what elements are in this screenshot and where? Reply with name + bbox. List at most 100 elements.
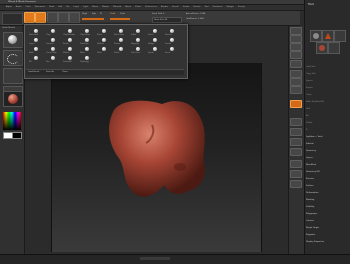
scroll-button[interactable] [290,35,302,43]
menu-item[interactable]: Render [161,6,168,8]
menu-item[interactable]: Document [35,6,45,8]
tray-item[interactable]: Subtool [306,143,314,145]
brush-item[interactable]: Move [97,29,112,37]
focal-shift-label[interactable]: Focal Shift 0 [152,13,164,15]
color-picker[interactable] [3,112,21,130]
menu-item[interactable]: Zscript [238,6,245,8]
brush-item[interactable]: Planar [114,38,129,46]
menu-item[interactable]: Tool [204,6,208,8]
brush-item[interactable]: Magnify [131,38,146,46]
actual-button[interactable] [290,51,302,59]
menu-item[interactable]: Transform [212,6,222,8]
tool-thumb-3[interactable] [334,30,346,42]
tray-item[interactable]: Contact [306,220,314,222]
menu-item[interactable]: Picker [135,6,141,8]
brush-item[interactable]: ClayBuildup [63,29,78,37]
brush-item[interactable]: ClayTubes [80,29,95,37]
tray-item[interactable]: Geometry [306,150,316,152]
tray-item[interactable]: Morph Target [306,227,319,229]
aahalf-button[interactable] [290,60,302,68]
brush-item[interactable]: Inflat [131,29,146,37]
menu-item[interactable]: Marker [102,6,109,8]
load-brush-button[interactable]: Load Brush [28,71,39,73]
rgb-label[interactable]: Rgb [92,13,96,15]
mrgb-label[interactable]: Mrgb [82,13,87,15]
menu-item[interactable]: Edit [58,6,62,8]
alpha-thumbnail[interactable] [3,68,23,84]
brush-item[interactable]: Blob [29,47,44,55]
brush-item[interactable]: Slash [114,47,129,55]
tool-thumb-1[interactable] [310,30,322,42]
tray-item[interactable]: Deformation [306,192,319,194]
lightbox-button[interactable] [2,13,23,25]
rotate-mode-button[interactable] [69,12,80,23]
brush-item[interactable]: Mallet [63,47,78,55]
timeline-bar[interactable] [140,257,170,260]
tray-item[interactable]: R [306,129,307,131]
tray-item[interactable]: Polypaint [306,234,315,236]
tray-item[interactable]: Copy Tool [306,73,316,75]
move-view-button[interactable] [290,128,302,136]
brush-item[interactable]: Layer [29,38,44,46]
brush-item[interactable]: Smooth [46,38,61,46]
tray-item[interactable]: Clone [306,94,312,96]
zadd-button[interactable]: Zadd [110,13,115,15]
tool-thumb-4[interactable] [316,42,328,54]
menu-item[interactable]: File [66,6,69,8]
brush-item[interactable]: CurveTube [46,47,61,55]
local-button[interactable] [290,86,302,94]
draw-mode-button[interactable] [35,12,46,23]
tray-item[interactable]: Preview [306,178,314,180]
sculpt-mesh[interactable] [52,63,261,252]
menu-item[interactable]: Stroke [183,6,189,8]
zsub-button[interactable]: Zsub [120,13,125,15]
brush-item[interactable]: TrimDyn [80,38,95,46]
document-canvas[interactable] [51,63,262,252]
menu-item[interactable]: Light [83,6,88,8]
tray-item[interactable]: Surface [306,185,314,187]
tray-item[interactable]: Lightbox > Tools [306,136,322,138]
brush-item[interactable]: Snake [165,38,180,46]
save-as-button[interactable]: Save As [46,71,54,73]
brush-item[interactable]: Standard [29,29,44,37]
stroke-thumbnail[interactable] [3,50,23,66]
brush-item[interactable]: SnakeHk [63,56,78,64]
tool-thumb-2[interactable] [322,30,334,42]
frame-button[interactable] [290,118,302,126]
persp-button[interactable] [290,70,302,78]
tray-item[interactable]: Visibility [306,206,314,208]
tray-item[interactable]: Display Properties [306,241,324,243]
brush-item[interactable]: MoveTopo [114,29,129,37]
menu-item[interactable]: Zplugin [226,6,234,8]
scale-view-button[interactable] [290,138,302,146]
brush-item[interactable]: hPolish [97,38,112,46]
brush-item[interactable]: Fill [29,56,44,64]
tray-item[interactable]: Masking [306,199,314,201]
menu-item[interactable]: Texture [193,6,200,8]
menu-item[interactable]: Color [25,6,30,8]
tray-item[interactable]: Visible [306,122,313,124]
draw-size-field[interactable]: Draw Size 64 [152,17,182,23]
secondary-color-swatch[interactable] [12,132,22,139]
m-label[interactable]: M [100,13,102,15]
menu-item[interactable]: Alpha [6,6,12,8]
xyz-button[interactable] [290,100,302,108]
menu-item[interactable]: Macro [92,6,98,8]
tray-item[interactable]: Polygroups [306,213,317,215]
tool-thumb-5[interactable] [328,42,340,54]
tray-item[interactable]: All [306,115,308,117]
tray-item[interactable]: Export [306,87,313,89]
z-intensity-slider[interactable] [110,18,130,20]
zoom-button[interactable] [290,43,302,51]
tray-item[interactable]: Load Tool [306,66,315,68]
tray-item[interactable]: Make PolyMesh3D [306,101,324,103]
brush-thumbnail[interactable] [3,32,23,48]
menu-item[interactable]: Stencil [172,6,179,8]
material-thumbnail[interactable] [3,91,23,107]
move-mode-button[interactable] [47,12,58,23]
clone-button[interactable]: Clone [62,71,68,73]
brush-item[interactable]: Pen [46,56,61,64]
rotate-view-button[interactable] [290,148,302,156]
menu-item[interactable]: Material [113,6,121,8]
tray-item[interactable]: GoZ [306,108,310,110]
